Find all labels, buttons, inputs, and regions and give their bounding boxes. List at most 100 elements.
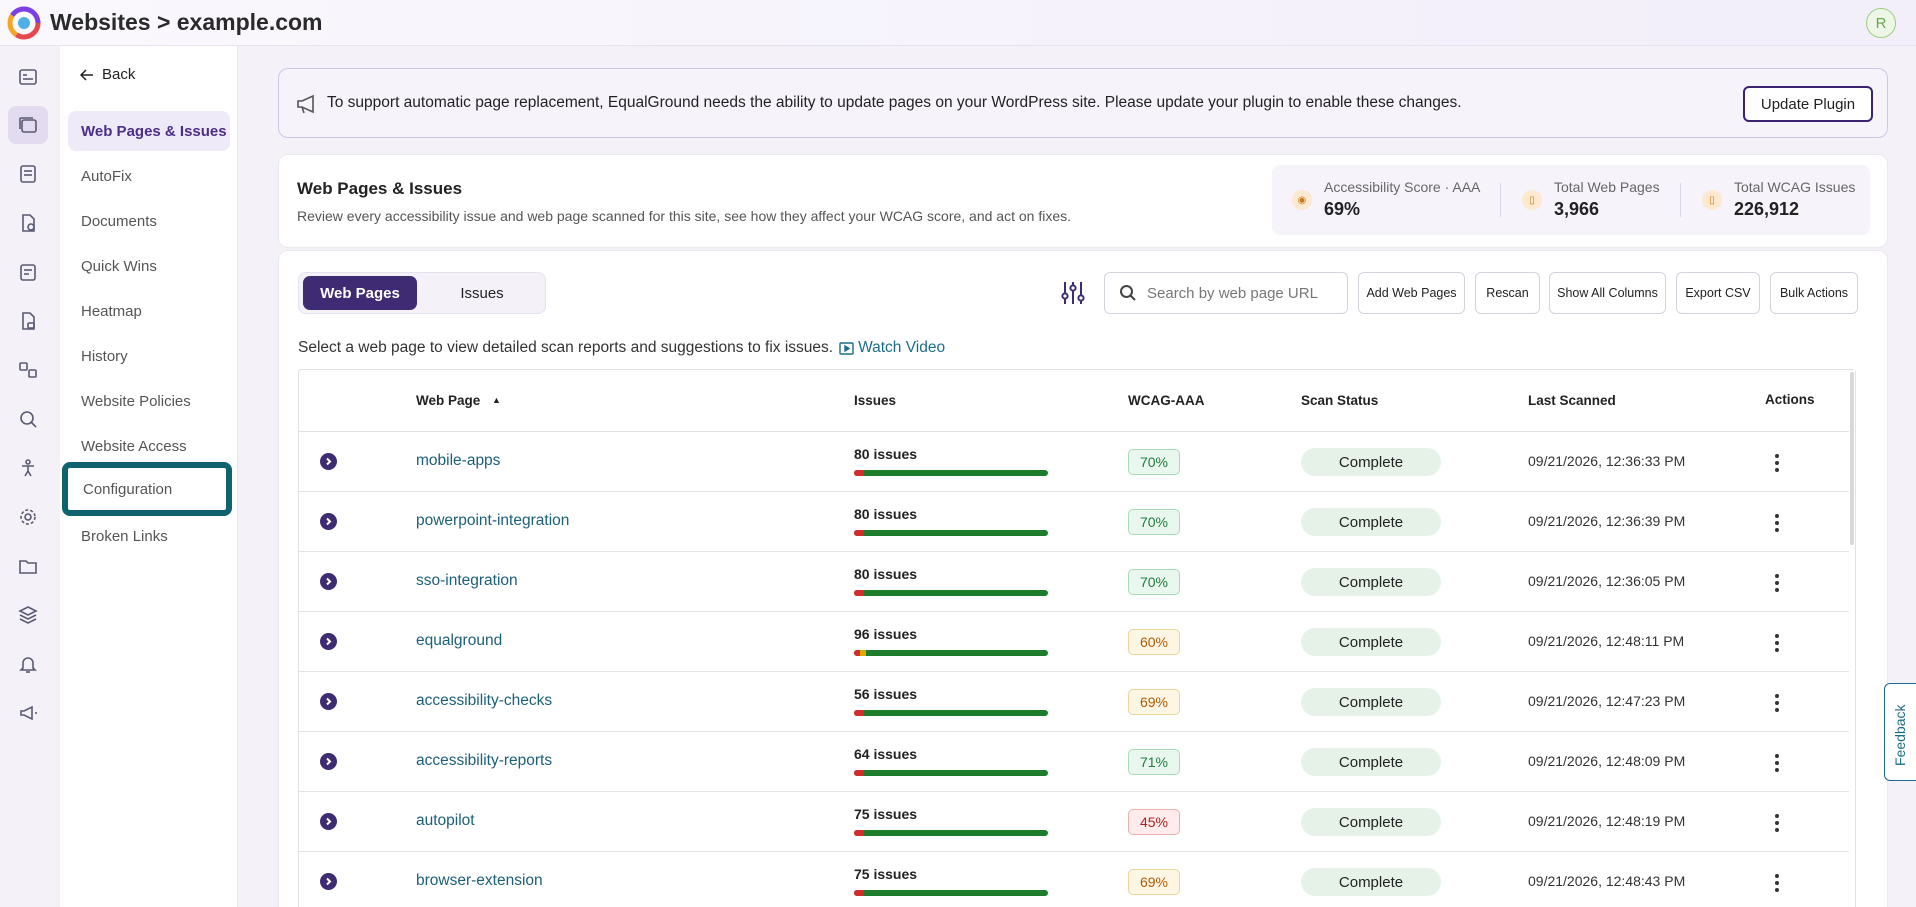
tab-web-pages[interactable]: Web Pages <box>303 276 417 310</box>
nav-item-broken-links[interactable]: Broken Links <box>68 516 230 556</box>
row-actions-menu-icon[interactable] <box>1767 691 1787 715</box>
expand-row-icon[interactable] <box>320 573 337 590</box>
filter-sliders-icon[interactable] <box>1059 279 1087 307</box>
table-scrollbar-thumb[interactable] <box>1850 372 1854 545</box>
watch-video-label: Watch Video <box>858 339 946 356</box>
back-link[interactable]: Back <box>80 66 135 83</box>
rail-bell-icon[interactable] <box>8 645 48 683</box>
scan-status-badge: Complete <box>1301 688 1441 716</box>
table-row[interactable]: accessibility-reports 64 issues 71% Complet… <box>299 732 1855 792</box>
rail-search-icon[interactable] <box>8 400 48 438</box>
nav-item-website-access[interactable]: Website Access <box>68 426 230 466</box>
last-scanned-time: 09/21/2026, 12:48:09 PM <box>1528 753 1686 769</box>
watch-video-link[interactable]: Watch Video <box>839 339 945 357</box>
row-actions-menu-icon[interactable] <box>1767 751 1787 775</box>
column-last-scanned[interactable]: Last Scanned <box>1528 393 1616 408</box>
nav-item-autofix[interactable]: AutoFix <box>68 156 230 196</box>
feedback-tab[interactable]: Feedback <box>1884 683 1916 781</box>
view-toggle: Web Pages Issues <box>298 272 546 314</box>
nav-item-history[interactable]: History <box>68 336 230 376</box>
rail-compare-icon[interactable] <box>8 351 48 389</box>
search-input[interactable] <box>1147 282 1337 304</box>
expand-row-icon[interactable] <box>320 813 337 830</box>
bulk-actions-button[interactable]: Bulk Actions <box>1770 272 1858 314</box>
web-page-link[interactable]: mobile-apps <box>416 452 500 470</box>
issues-count: 64 issues <box>854 746 918 762</box>
expand-row-icon[interactable] <box>320 873 337 890</box>
plugin-update-banner: To support automatic page replacement, E… <box>278 68 1888 138</box>
show-all-columns-button[interactable]: Show All Columns <box>1549 272 1666 314</box>
table-row[interactable]: autopilot 75 issues 45% Complete 09/21/2026,… <box>299 792 1855 852</box>
update-plugin-button[interactable]: Update Plugin <box>1743 86 1873 122</box>
row-actions-menu-icon[interactable] <box>1767 451 1787 475</box>
nav-item-quick-wins[interactable]: Quick Wins <box>68 246 230 286</box>
table-row[interactable]: equalground 96 issues 60% Complete 09/21/202… <box>299 612 1855 672</box>
web-page-link[interactable]: browser-extension <box>416 872 543 890</box>
wcag-score-badge: 69% <box>1128 689 1180 715</box>
nav-item-web-pages-issues[interactable]: Web Pages & Issues <box>68 111 230 151</box>
user-avatar[interactable]: R <box>1866 8 1896 38</box>
rescan-button[interactable]: Rescan <box>1475 272 1540 314</box>
expand-row-icon[interactable] <box>320 693 337 710</box>
wcag-score-badge: 70% <box>1128 509 1180 535</box>
row-actions-menu-icon[interactable] <box>1767 631 1787 655</box>
rail-websites-icon[interactable] <box>8 106 48 144</box>
column-wcag[interactable]: WCAG-AAA <box>1128 393 1205 408</box>
sort-asc-icon: ▲ <box>492 395 501 405</box>
web-page-link[interactable]: accessibility-checks <box>416 692 552 710</box>
rail-layers-icon[interactable] <box>8 596 48 634</box>
scan-status-badge: Complete <box>1301 748 1441 776</box>
web-page-link[interactable]: accessibility-reports <box>416 752 552 770</box>
column-issues[interactable]: Issues <box>854 393 896 408</box>
expand-row-icon[interactable] <box>320 513 337 530</box>
bar-critical-segment <box>854 890 864 896</box>
nav-item-website-policies[interactable]: Website Policies <box>68 381 230 421</box>
web-page-link[interactable]: equalground <box>416 632 502 650</box>
rail-accessibility-icon[interactable] <box>8 449 48 487</box>
table-row[interactable]: sso-integration 80 issues 70% Complete 09/21… <box>299 552 1855 612</box>
nav-item-configuration[interactable]: Configuration <box>62 462 232 516</box>
issues-severity-bar <box>854 590 1048 596</box>
column-web-page[interactable]: Web Page ▲ <box>416 393 501 408</box>
issues-count: 75 issues <box>854 806 918 822</box>
web-page-link[interactable]: autopilot <box>416 812 475 830</box>
expand-row-icon[interactable] <box>320 453 337 470</box>
expand-row-icon[interactable] <box>320 753 337 770</box>
row-actions-menu-icon[interactable] <box>1767 571 1787 595</box>
web-page-link[interactable]: powerpoint-integration <box>416 512 569 530</box>
bar-critical-segment <box>854 530 864 536</box>
rail-reports-icon[interactable] <box>8 155 48 193</box>
scan-status-badge: Complete <box>1301 628 1441 656</box>
helper-text-row: Select a web page to view detailed scan … <box>298 339 945 357</box>
table-row[interactable]: powerpoint-integration 80 issues 70% Comple… <box>299 492 1855 552</box>
rail-document-lock-icon[interactable] <box>8 302 48 340</box>
export-csv-button[interactable]: Export CSV <box>1676 272 1760 314</box>
last-scanned-time: 09/21/2026, 12:48:43 PM <box>1528 873 1686 889</box>
expand-row-icon[interactable] <box>320 633 337 650</box>
issues-severity-bar <box>854 470 1048 476</box>
rail-settings-icon[interactable] <box>8 498 48 536</box>
rail-megaphone-icon[interactable] <box>8 694 48 732</box>
score-icon: ◉ <box>1292 190 1312 210</box>
nav-item-heatmap[interactable]: Heatmap <box>68 291 230 331</box>
tab-issues[interactable]: Issues <box>425 276 539 310</box>
web-page-link[interactable]: sso-integration <box>416 572 518 590</box>
issues-severity-bar <box>854 650 1048 656</box>
table-row[interactable]: accessibility-checks 56 issues 69% Complete… <box>299 672 1855 732</box>
scan-status-badge: Complete <box>1301 868 1441 896</box>
table-row[interactable]: mobile-apps 80 issues 70% Complete 09/21/202… <box>299 432 1855 492</box>
wcag-score-badge: 45% <box>1128 809 1180 835</box>
row-actions-menu-icon[interactable] <box>1767 511 1787 535</box>
table-row[interactable]: browser-extension 75 issues 69% Complete 09/… <box>299 852 1855 907</box>
rail-folder-icon[interactable] <box>8 547 48 585</box>
column-scan-status[interactable]: Scan Status <box>1301 393 1378 408</box>
app-logo-icon[interactable] <box>7 6 41 40</box>
rail-dashboard-icon[interactable] <box>8 58 48 96</box>
row-actions-menu-icon[interactable] <box>1767 871 1787 895</box>
rail-document-settings-icon[interactable] <box>8 204 48 242</box>
row-actions-menu-icon[interactable] <box>1767 811 1787 835</box>
add-web-pages-button[interactable]: Add Web Pages <box>1358 272 1465 314</box>
issues-count: 96 issues <box>854 626 918 642</box>
nav-item-documents[interactable]: Documents <box>68 201 230 241</box>
rail-notes-icon[interactable] <box>8 253 48 291</box>
